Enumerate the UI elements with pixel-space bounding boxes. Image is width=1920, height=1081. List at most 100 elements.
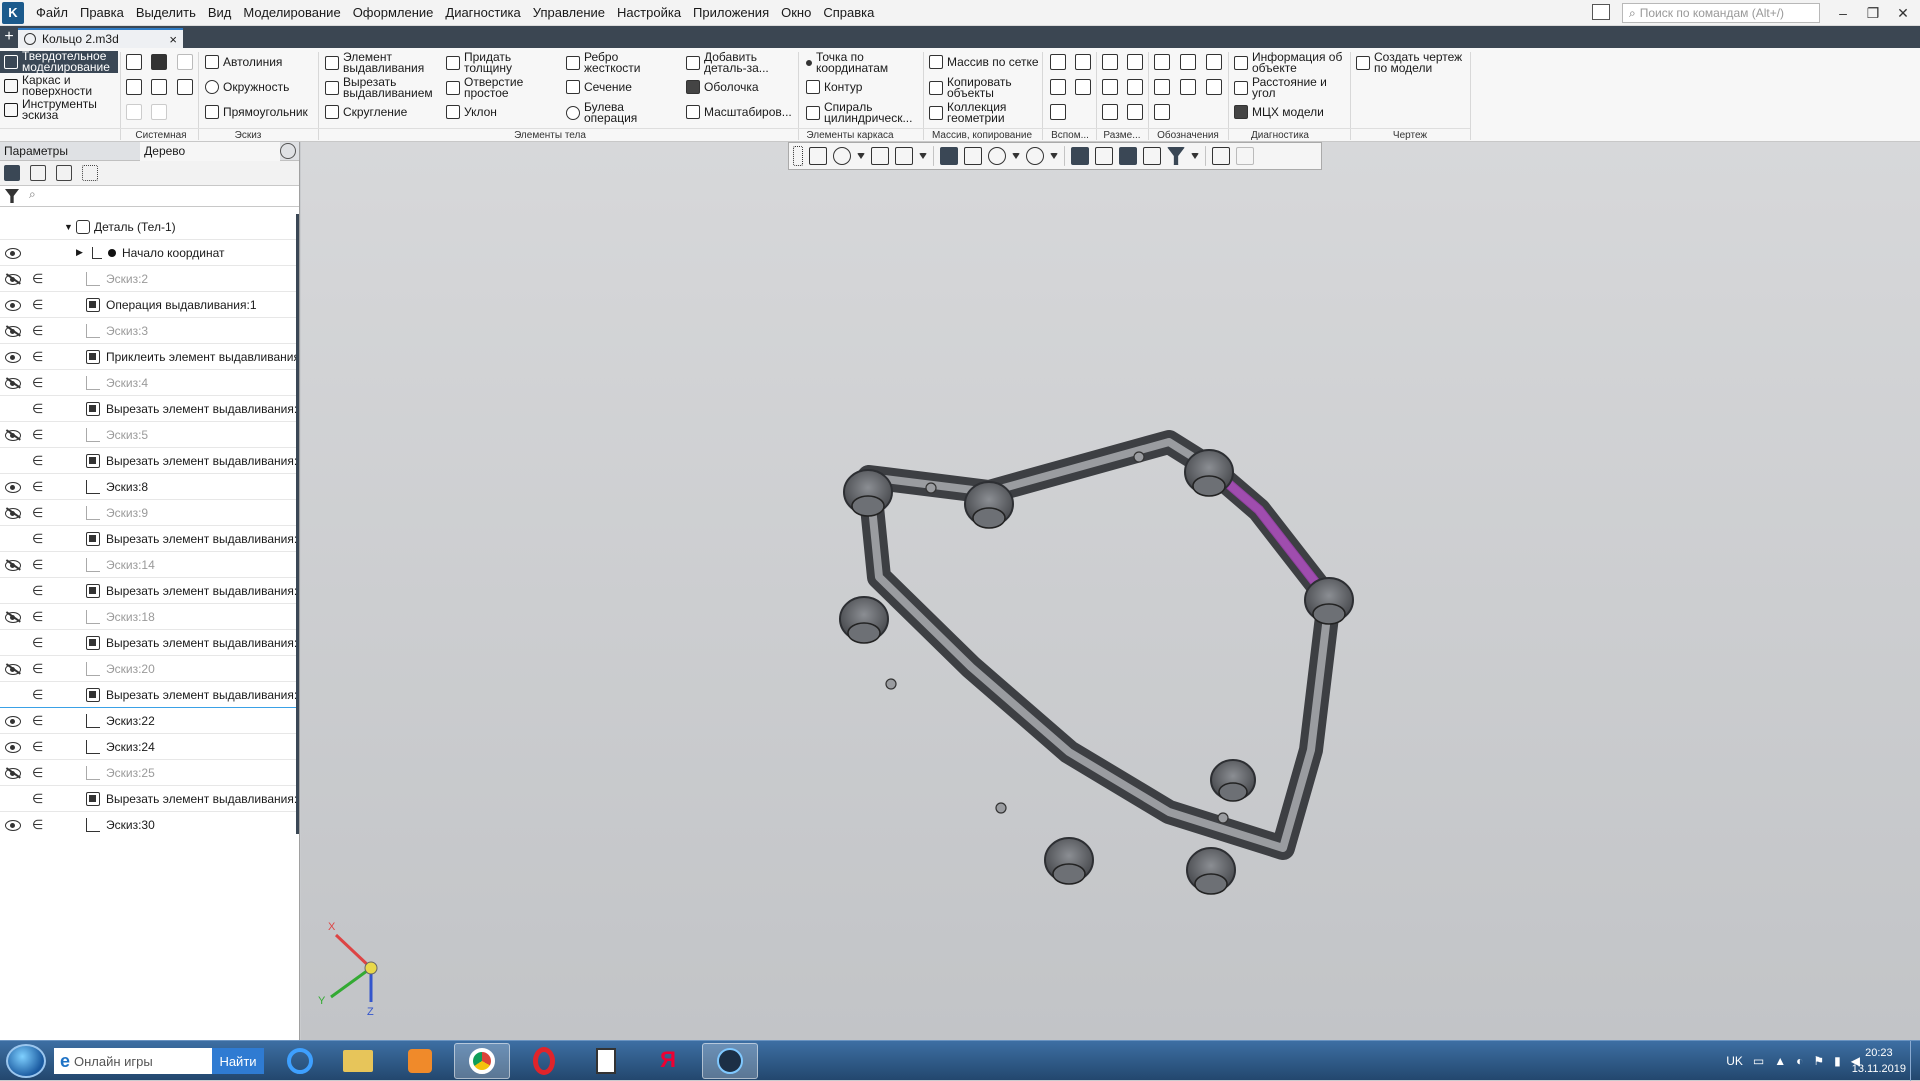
- relation-icon[interactable]: ∈: [32, 817, 43, 833]
- aux-cs-icon[interactable]: [1075, 79, 1091, 95]
- tab-tree[interactable]: Дерево: [140, 141, 281, 161]
- cs-icon[interactable]: [809, 147, 827, 165]
- save-icon[interactable]: [177, 54, 193, 70]
- tree-row[interactable]: ∈ Эскиз:20: [0, 656, 298, 682]
- snap-icon[interactable]: [1071, 147, 1089, 165]
- tab-parameters[interactable]: Параметры: [0, 144, 140, 158]
- signal-icon[interactable]: ▮: [1834, 1054, 1841, 1068]
- tree-row[interactable]: ∈ Эскиз:3: [0, 318, 298, 344]
- eye-hidden-icon[interactable]: [5, 376, 21, 389]
- tree-row[interactable]: ∈ Эскиз:30: [0, 812, 298, 834]
- folder-icon[interactable]: [330, 1043, 386, 1079]
- flag-icon[interactable]: ⚑: [1813, 1054, 1824, 1068]
- 3d-viewport[interactable]: X Y Z: [301, 142, 1920, 1040]
- autoline-button[interactable]: Автолиния: [205, 55, 282, 69]
- thicken-button[interactable]: Придать толщину: [446, 51, 536, 74]
- layout-toggle-icon[interactable]: [1592, 4, 1610, 20]
- tree-row[interactable]: ∈ Эскиз:14: [0, 552, 298, 578]
- taskbar-find-button[interactable]: Найти: [212, 1048, 264, 1074]
- shaded-view-icon[interactable]: [940, 147, 958, 165]
- mass-props-button[interactable]: МЦХ модели: [1234, 105, 1324, 119]
- tree-row[interactable]: ∈ Эскиз:9: [0, 500, 298, 526]
- relation-icon[interactable]: ∈: [32, 427, 43, 443]
- filter-icon[interactable]: [5, 189, 19, 203]
- eye-hidden-icon[interactable]: [5, 766, 21, 779]
- linear-dimension-icon[interactable]: [1102, 54, 1118, 70]
- boolean-button[interactable]: Булева операция: [566, 101, 656, 124]
- create-drawing-button[interactable]: Создать чертеж по модели: [1356, 51, 1471, 74]
- chevron-down-icon[interactable]: [857, 153, 865, 159]
- restore-button[interactable]: ❐: [1856, 0, 1890, 26]
- cylindrical-spiral-button[interactable]: Спираль цилиндрическ...: [806, 101, 924, 124]
- position-icon[interactable]: [1206, 79, 1222, 95]
- menu-item-0[interactable]: Файл: [30, 0, 74, 26]
- chevron-down-icon[interactable]: [1012, 153, 1020, 159]
- chrome-icon[interactable]: [454, 1043, 510, 1079]
- eye-hidden-icon[interactable]: [5, 324, 21, 337]
- pan-icon[interactable]: [871, 147, 889, 165]
- aux-plane-icon[interactable]: [1050, 54, 1066, 70]
- copy-objects-button[interactable]: Копировать объекты: [929, 76, 1029, 99]
- menu-item-9[interactable]: Приложения: [687, 0, 775, 26]
- tree-row[interactable]: ∈ Вырезать элемент выдавливания:2: [0, 448, 298, 474]
- relation-icon[interactable]: ∈: [32, 297, 43, 313]
- kompas-taskbar-icon[interactable]: [702, 1043, 758, 1079]
- base-icon[interactable]: [1206, 54, 1222, 70]
- section-button[interactable]: Сечение: [566, 80, 632, 94]
- expand-caret-icon[interactable]: ▼: [64, 222, 73, 232]
- new-document-icon[interactable]: [126, 54, 142, 70]
- menu-item-5[interactable]: Оформление: [347, 0, 440, 26]
- tree-order-icon[interactable]: [30, 165, 46, 181]
- menu-item-6[interactable]: Диагностика: [439, 0, 526, 26]
- relation-icon[interactable]: ∈: [32, 479, 43, 495]
- keyboard-icon[interactable]: ▭: [1753, 1054, 1764, 1068]
- undo-icon[interactable]: [126, 104, 142, 120]
- group-label-body[interactable]: Элементы тела: [320, 130, 780, 141]
- menu-item-1[interactable]: Правка: [74, 0, 130, 26]
- open-folder-icon[interactable]: [151, 54, 167, 70]
- tree-row[interactable]: ∈ Эскиз:22: [0, 708, 298, 734]
- tree-row[interactable]: ∈ Эскиз:5: [0, 422, 298, 448]
- roughness-icon[interactable]: [1180, 54, 1196, 70]
- tree-select-icon[interactable]: [82, 165, 98, 181]
- contour-button[interactable]: Контур: [806, 80, 862, 94]
- eye-hidden-icon[interactable]: [5, 428, 21, 441]
- eye-icon[interactable]: [5, 741, 21, 753]
- group-label-diagnostics[interactable]: Диагностика: [1230, 130, 1330, 141]
- eye-icon[interactable]: [5, 715, 21, 727]
- tree-row[interactable]: ∈ Эскиз:25: [0, 760, 298, 786]
- perspective-icon[interactable]: [1119, 147, 1137, 165]
- section-view-icon[interactable]: [1095, 147, 1113, 165]
- distance-angle-button[interactable]: Расстояние и угол: [1234, 76, 1349, 99]
- menu-item-10[interactable]: Окно: [775, 0, 817, 26]
- start-button[interactable]: [6, 1044, 46, 1078]
- tree-scrollbar[interactable]: [296, 214, 299, 834]
- save-all-icon[interactable]: [177, 79, 193, 95]
- object-info-button[interactable]: Информация об объекте: [1234, 51, 1349, 74]
- wireframe-view-icon[interactable]: [964, 147, 982, 165]
- relation-icon[interactable]: ∈: [32, 635, 43, 651]
- relation-icon[interactable]: ∈: [32, 401, 43, 417]
- aux-axis-icon[interactable]: [1075, 54, 1091, 70]
- diameter-dimension-icon[interactable]: [1102, 79, 1118, 95]
- eye-hidden-icon[interactable]: [5, 662, 21, 675]
- simple-hole-button[interactable]: Отверстие простое: [446, 76, 536, 99]
- grid-array-button[interactable]: Массив по сетке: [929, 55, 1039, 69]
- gear-icon[interactable]: [280, 143, 296, 159]
- new-tab-button[interactable]: +: [0, 27, 18, 47]
- yandex-icon[interactable]: Я: [640, 1043, 696, 1079]
- tree-row[interactable]: ∈ Приклеить элемент выдавливания: [0, 344, 298, 370]
- tree-filter-input[interactable]: ⌕: [25, 187, 299, 205]
- eye-icon[interactable]: [5, 247, 21, 259]
- chevron-down-icon[interactable]: [1191, 153, 1199, 159]
- rib-button[interactable]: Ребро жесткости: [566, 51, 656, 74]
- extrude-button[interactable]: Элемент выдавливания: [325, 51, 435, 74]
- aux-line-icon[interactable]: [1050, 104, 1066, 120]
- command-search-input[interactable]: ⌕ Поиск по командам (Alt+/): [1622, 3, 1820, 23]
- relation-icon[interactable]: ∈: [32, 713, 43, 729]
- tree-row[interactable]: ∈ Вырезать элемент выдавливания:1: [0, 786, 298, 812]
- relation-icon[interactable]: ∈: [32, 583, 43, 599]
- tolerance-icon[interactable]: [1154, 79, 1170, 95]
- relation-icon[interactable]: ∈: [32, 791, 43, 807]
- relation-icon[interactable]: ∈: [32, 739, 43, 755]
